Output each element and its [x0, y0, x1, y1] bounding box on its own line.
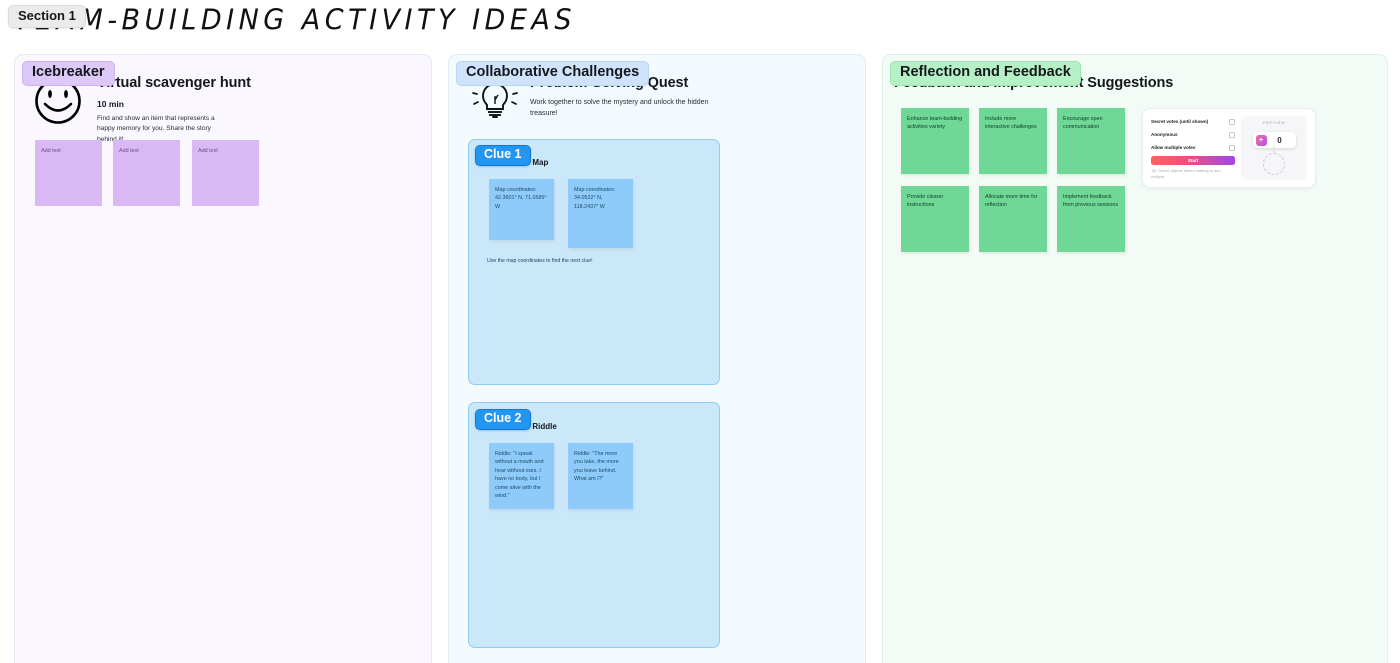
plus-icon[interactable]: +	[1255, 134, 1267, 146]
vote-option-row[interactable]: Allow multiple votes	[1151, 142, 1235, 153]
sticky-note[interactable]: Allocate more time for reflection	[979, 186, 1047, 252]
clue-hint-1: Use the map coordinates to find the next…	[487, 258, 593, 264]
vote-count-value: 0	[1277, 135, 1282, 145]
sticky-note[interactable]: Implement feedback from previous session…	[1057, 186, 1125, 252]
sticky-note[interactable]: Include more interactive challenges	[979, 108, 1047, 174]
sticky-note[interactable]: Riddle: "I speak without a mouth and hea…	[489, 443, 554, 509]
vote-option-label: Anonymous	[1151, 132, 1178, 137]
section-chip[interactable]: Section 1	[8, 5, 86, 29]
checkbox-icon[interactable]	[1229, 131, 1235, 138]
sticky-note[interactable]: Add text	[35, 140, 102, 206]
activity-duration: 10 min	[97, 99, 124, 109]
frame-chip-reflection[interactable]: Reflection and Feedback	[890, 61, 1081, 86]
frame-chip-collaborative[interactable]: Collaborative Challenges	[456, 61, 650, 86]
sticky-note[interactable]: Add text	[113, 140, 180, 206]
activity-title-icebreaker: Virtual scavenger hunt	[97, 75, 251, 91]
clue-card-2[interactable]	[468, 402, 720, 648]
vote-tip-text: Tip: Select objects before starting to a…	[1151, 168, 1221, 179]
start-vote-button[interactable]: Start	[1151, 156, 1235, 165]
vote-option-label: Allow multiple votes	[1151, 145, 1196, 150]
checkbox-icon[interactable]	[1229, 144, 1235, 151]
sticky-note[interactable]: Riddle: "The more you take, the more you…	[568, 443, 633, 509]
clue-badge-1[interactable]: Clue 1	[475, 145, 531, 166]
sticky-note[interactable]: Add text	[192, 140, 259, 206]
sticky-note[interactable]: Map coordinates: 42.3601° N, 71.0589° W	[489, 179, 554, 240]
preview-label: PREVIEW	[1262, 121, 1286, 125]
whiteboard-canvas[interactable]: TEAM-BUILDING ACTIVITY IDEAS Section 1 I…	[0, 0, 1400, 663]
sticky-note[interactable]: Enhance team-building activities variety	[901, 108, 969, 174]
vote-option-row[interactable]: Secret votes (until shown)	[1151, 116, 1235, 127]
vote-options-panel: Secret votes (until shown) Anonymous All…	[1151, 116, 1235, 180]
page-title: TEAM-BUILDING ACTIVITY IDEAS	[14, 4, 577, 37]
vote-preview-panel: PREVIEW + 0	[1241, 116, 1307, 180]
clue-badge-2[interactable]: Clue 2	[475, 409, 531, 430]
sticky-note[interactable]: Encourage open communication	[1057, 108, 1125, 174]
voting-widget[interactable]: Secret votes (until shown) Anonymous All…	[1142, 108, 1316, 188]
sticky-note[interactable]: Provide clearer instructions	[901, 186, 969, 252]
sticky-note[interactable]: Map coordinates: 34.0522° N, 118.2437° W	[568, 179, 633, 248]
vote-option-row[interactable]: Anonymous	[1151, 129, 1235, 140]
vote-option-label: Secret votes (until shown)	[1151, 119, 1209, 124]
activity-description-collaborative: Work together to solve the mystery and u…	[530, 99, 709, 118]
frame-chip-icebreaker[interactable]: Icebreaker	[22, 61, 115, 86]
checkbox-icon[interactable]	[1229, 118, 1235, 125]
vote-target-placeholder	[1263, 153, 1285, 175]
